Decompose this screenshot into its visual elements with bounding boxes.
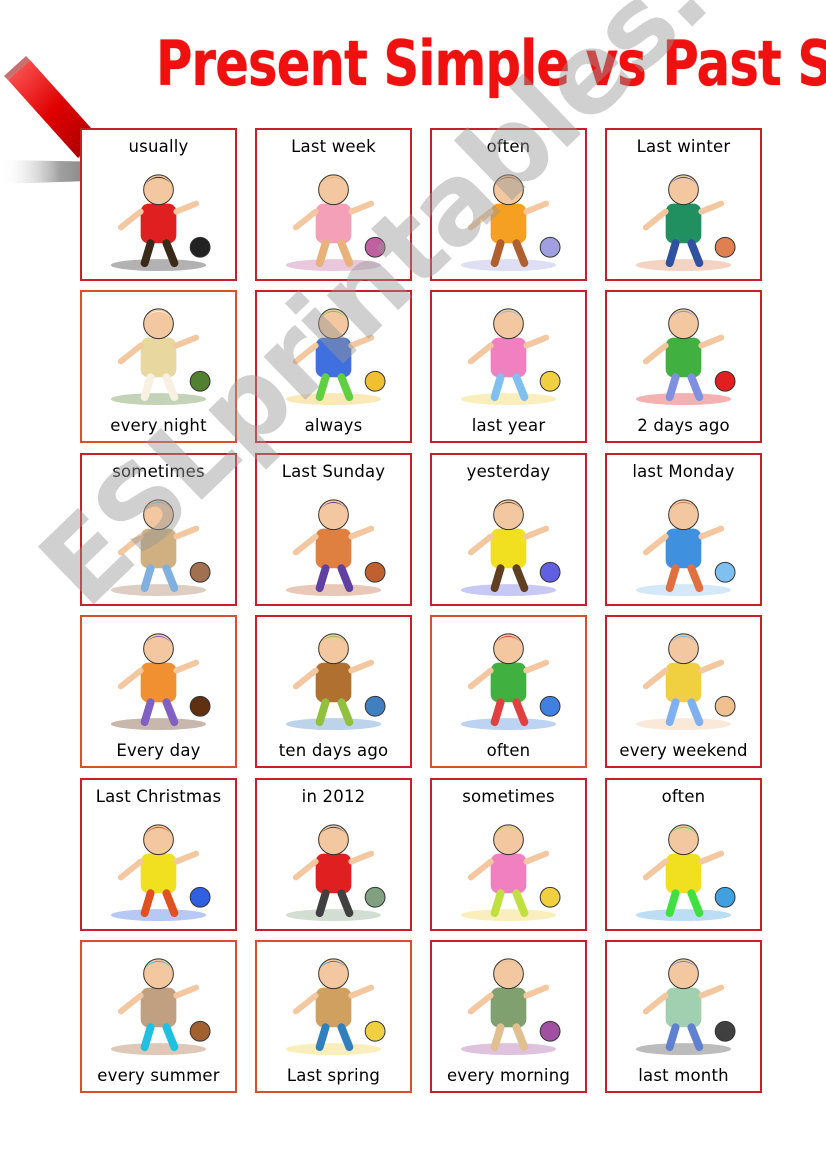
flashcard-illustration	[263, 814, 404, 923]
flashcard: ten days ago	[255, 615, 412, 768]
flashcard-illustration	[263, 948, 404, 1057]
flashcard-illustration	[88, 814, 229, 923]
flashcard-label: Last winter	[636, 137, 731, 156]
flashcard-illustration	[438, 948, 579, 1057]
flashcard-illustration	[613, 298, 754, 407]
flashcard-illustration	[263, 164, 404, 273]
flashcard-illustration	[88, 948, 229, 1057]
flashcard: Last Sunday	[255, 453, 412, 606]
flashcard-label: always	[304, 416, 363, 435]
flashcard-illustration	[88, 164, 229, 273]
flashcard: Last Christmas	[80, 778, 237, 931]
flashcard-illustration	[88, 623, 229, 732]
flashcard-label: in 2012	[301, 787, 366, 806]
flashcard: yesterday	[430, 453, 587, 606]
flashcard-illustration	[438, 164, 579, 273]
flashcard: every morning	[430, 940, 587, 1093]
flashcard-label: 2 days ago	[637, 416, 730, 435]
flashcard-label: every night	[110, 416, 207, 435]
flashcard: in 2012	[255, 778, 412, 931]
flashcard-label: last Monday	[632, 462, 735, 481]
flashcard-label: ten days ago	[278, 741, 389, 760]
flashcard: always	[255, 290, 412, 443]
flashcard-label: Last Sunday	[281, 462, 386, 481]
flashcard-illustration	[613, 814, 754, 923]
page-title: Present Simple vs Past Simple	[156, 27, 826, 100]
flashcard-label: Every day	[116, 741, 201, 760]
flashcard: sometimes	[430, 778, 587, 931]
flashcard-label: Last Christmas	[95, 787, 222, 806]
flashcard: sometimes	[80, 453, 237, 606]
flashcard-label: Last spring	[286, 1066, 381, 1085]
flashcard-illustration	[613, 164, 754, 273]
flashcard-illustration	[438, 623, 579, 732]
flashcard-label: sometimes	[462, 787, 555, 806]
flashcard-illustration	[88, 298, 229, 407]
flashcard-illustration	[613, 948, 754, 1057]
flashcard-illustration	[613, 623, 754, 732]
flashcard-illustration	[438, 298, 579, 407]
flashcard-illustration	[438, 489, 579, 598]
flashcard: often	[605, 778, 762, 931]
flashcard-illustration	[88, 489, 229, 598]
flashcard-illustration	[613, 489, 754, 598]
flashcard: every night	[80, 290, 237, 443]
flashcard-label: often	[486, 741, 531, 760]
flashcard-label: last year	[471, 416, 546, 435]
flashcard-label: usually	[128, 137, 189, 156]
flashcard: Last spring	[255, 940, 412, 1093]
flashcard-illustration	[263, 623, 404, 732]
flashcard-label: every summer	[97, 1066, 220, 1085]
flashcard: last Monday	[605, 453, 762, 606]
flashcard-illustration	[263, 298, 404, 407]
flashcard: every summer	[80, 940, 237, 1093]
flashcard-label: yesterday	[466, 462, 551, 481]
flashcard: often	[430, 128, 587, 281]
flashcard: every weekend	[605, 615, 762, 768]
flashcard-label: Last week	[291, 137, 376, 156]
flashcard-label: often	[661, 787, 706, 806]
flashcard-label: last month	[638, 1066, 729, 1085]
flashcard: often	[430, 615, 587, 768]
flashcard: last month	[605, 940, 762, 1093]
flashcard-label: every weekend	[619, 741, 748, 760]
flashcard-illustration	[263, 489, 404, 598]
flashcard: usually	[80, 128, 237, 281]
flashcard: Last winter	[605, 128, 762, 281]
flashcard-label: sometimes	[112, 462, 205, 481]
flashcard-illustration	[438, 814, 579, 923]
flashcard-label: often	[486, 137, 531, 156]
flashcard: 2 days ago	[605, 290, 762, 443]
flashcard: Last week	[255, 128, 412, 281]
flashcard: last year	[430, 290, 587, 443]
flashcard: Every day	[80, 615, 237, 768]
flashcard-label: every morning	[446, 1066, 571, 1085]
